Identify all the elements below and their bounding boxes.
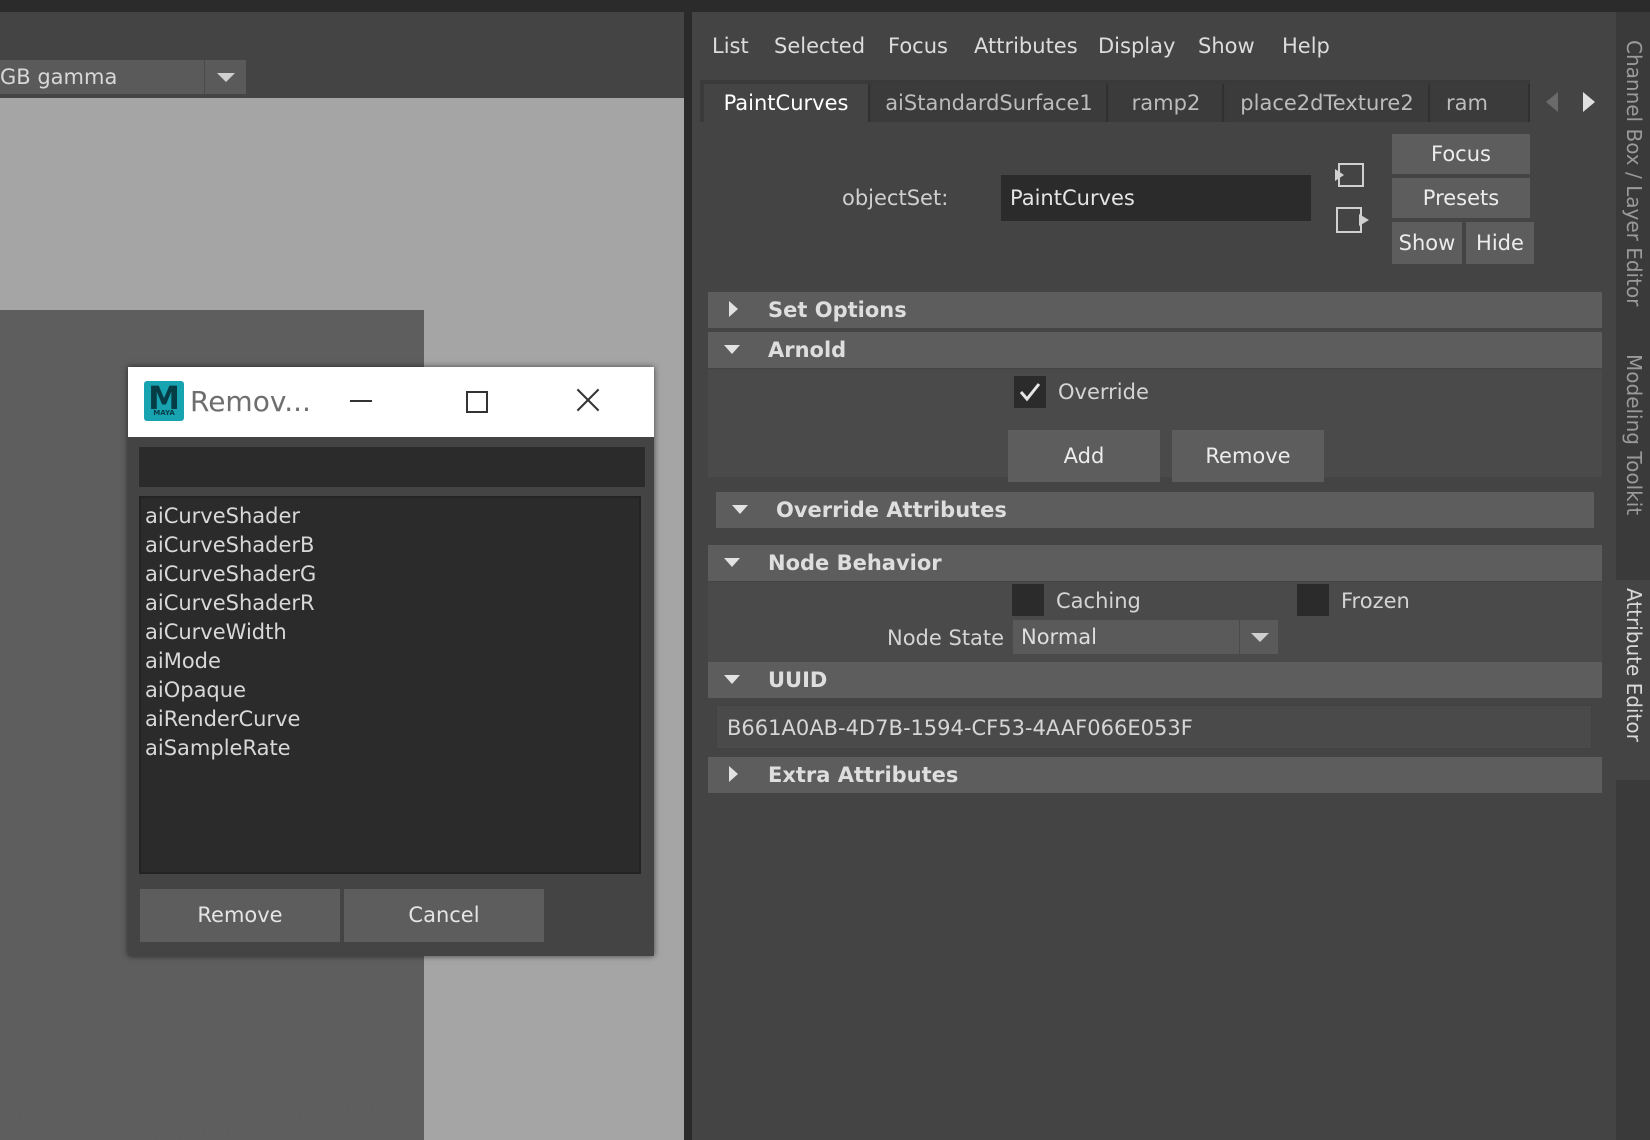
- list-item[interactable]: aiMode: [145, 649, 221, 673]
- override-label: Override: [1058, 380, 1149, 404]
- list-item[interactable]: aiRenderCurve: [145, 707, 300, 731]
- collapse-arrow-icon: [724, 345, 740, 354]
- remove-dialog: M MAYA Remov... aiCurveShader aiCurveSha…: [128, 367, 654, 956]
- close-icon[interactable]: [573, 385, 603, 415]
- side-tab-label: Attribute Editor: [1622, 588, 1646, 742]
- output-connection-icon[interactable]: [1335, 205, 1369, 235]
- list-item[interactable]: aiCurveShaderG: [145, 562, 316, 586]
- expand-arrow-icon: [729, 766, 738, 782]
- dialog-remove-button[interactable]: Remove: [140, 889, 340, 942]
- maya-logo-icon: M MAYA: [144, 379, 184, 421]
- section-arnold[interactable]: Arnold: [708, 332, 1602, 368]
- attribute-editor-panel: List Selected Focus Attributes Display S…: [692, 12, 1616, 1140]
- collapse-arrow-icon: [724, 675, 740, 684]
- remove-override-button[interactable]: Remove: [1172, 430, 1324, 482]
- add-override-button[interactable]: Add: [1008, 430, 1160, 482]
- section-title: Set Options: [768, 298, 907, 322]
- collapse-arrow-icon: [724, 558, 740, 567]
- input-connection-icon[interactable]: [1335, 162, 1365, 188]
- attribute-list[interactable]: aiCurveShader aiCurveShaderB aiCurveShad…: [139, 496, 641, 874]
- tab-aistandardsurface1[interactable]: aiStandardSurface1: [872, 84, 1108, 122]
- side-tab-modeling-toolkit[interactable]: Modeling Toolkit: [1616, 346, 1650, 576]
- side-tab-attribute-editor[interactable]: Attribute Editor: [1616, 580, 1650, 780]
- section-override-attributes[interactable]: Override Attributes: [716, 492, 1594, 528]
- dialog-title: Remov...: [190, 385, 311, 418]
- maya-logo-subtext: MAYA: [153, 409, 175, 417]
- menu-help[interactable]: Help: [1282, 34, 1330, 58]
- menu-display[interactable]: Display: [1098, 34, 1175, 58]
- section-title: Node Behavior: [768, 551, 942, 575]
- caching-label: Caching: [1056, 589, 1141, 613]
- expand-arrow-icon: [729, 301, 738, 317]
- node-state-value: Normal: [1021, 625, 1097, 649]
- node-tab-bar: PaintCurves aiStandardSurface1 ramp2 pla…: [700, 80, 1530, 122]
- node-state-dropdown[interactable]: Normal: [1013, 620, 1278, 654]
- section-set-options[interactable]: Set Options: [708, 292, 1602, 328]
- tab-scroll-left-icon[interactable]: [1546, 92, 1558, 112]
- dialog-cancel-button[interactable]: Cancel: [344, 889, 544, 942]
- side-tab-channel-box[interactable]: Channel Box / Layer Editor: [1616, 32, 1650, 342]
- dialog-titlebar[interactable]: M MAYA Remov...: [128, 367, 654, 437]
- caching-checkbox[interactable]: [1012, 584, 1044, 616]
- tab-ramp[interactable]: ram: [1432, 84, 1530, 122]
- frozen-label: Frozen: [1341, 589, 1410, 613]
- focus-button[interactable]: Focus: [1392, 134, 1530, 174]
- chevron-down-icon[interactable]: [1239, 620, 1279, 654]
- section-title: Extra Attributes: [768, 763, 959, 787]
- menu-selected[interactable]: Selected: [774, 34, 865, 58]
- section-extra-attributes[interactable]: Extra Attributes: [708, 757, 1602, 793]
- minimize-icon[interactable]: [350, 400, 372, 402]
- tab-paintcurves[interactable]: PaintCurves: [704, 84, 870, 122]
- tab-ramp2[interactable]: ramp2: [1110, 84, 1224, 122]
- attribute-filter-input[interactable]: [139, 447, 645, 487]
- list-item[interactable]: aiCurveShader: [145, 504, 300, 528]
- list-item[interactable]: aiCurveShaderB: [145, 533, 314, 557]
- side-tab-label: Channel Box / Layer Editor: [1622, 40, 1646, 307]
- section-title: Override Attributes: [776, 498, 1007, 522]
- colorspace-dropdown[interactable]: GB gamma: [0, 60, 246, 94]
- list-item[interactable]: aiOpaque: [145, 678, 246, 702]
- chevron-down-icon[interactable]: [204, 60, 247, 94]
- section-uuid[interactable]: UUID: [708, 662, 1602, 698]
- override-checkbox[interactable]: [1014, 376, 1046, 408]
- section-node-behavior[interactable]: Node Behavior: [708, 545, 1602, 581]
- menu-focus[interactable]: Focus: [888, 34, 948, 58]
- frozen-checkbox[interactable]: [1297, 584, 1329, 616]
- objectset-label: objectSet:: [842, 186, 949, 210]
- objectset-name-field[interactable]: PaintCurves: [1001, 175, 1311, 221]
- menu-show[interactable]: Show: [1198, 34, 1255, 58]
- colorspace-label: GB gamma: [0, 65, 118, 89]
- uuid-field[interactable]: B661A0AB-4D7B-1594-CF53-4AAF066E053F: [716, 705, 1592, 749]
- viewport-grid: [0, 1100, 424, 1140]
- show-button[interactable]: Show: [1392, 222, 1462, 264]
- panel-splitter[interactable]: [684, 12, 692, 1140]
- menu-attributes[interactable]: Attributes: [974, 34, 1078, 58]
- node-state-label: Node State: [887, 626, 1005, 650]
- side-tab-strip: Channel Box / Layer Editor Modeling Tool…: [1616, 12, 1650, 1140]
- tab-place2dtexture2[interactable]: place2dTexture2: [1226, 84, 1430, 122]
- list-item[interactable]: aiCurveShaderR: [145, 591, 315, 615]
- list-item[interactable]: aiSampleRate: [145, 736, 291, 760]
- checkmark-icon: [1019, 383, 1041, 402]
- section-title: UUID: [768, 668, 828, 692]
- list-item[interactable]: aiCurveWidth: [145, 620, 287, 644]
- side-tab-label: Modeling Toolkit: [1622, 354, 1646, 516]
- maximize-icon[interactable]: [466, 391, 488, 413]
- tab-scroll-right-icon[interactable]: [1583, 92, 1595, 112]
- section-title: Arnold: [768, 338, 847, 362]
- menu-list[interactable]: List: [712, 34, 749, 58]
- collapse-arrow-icon: [732, 505, 748, 514]
- presets-button[interactable]: Presets: [1392, 178, 1530, 218]
- hide-button[interactable]: Hide: [1466, 222, 1534, 264]
